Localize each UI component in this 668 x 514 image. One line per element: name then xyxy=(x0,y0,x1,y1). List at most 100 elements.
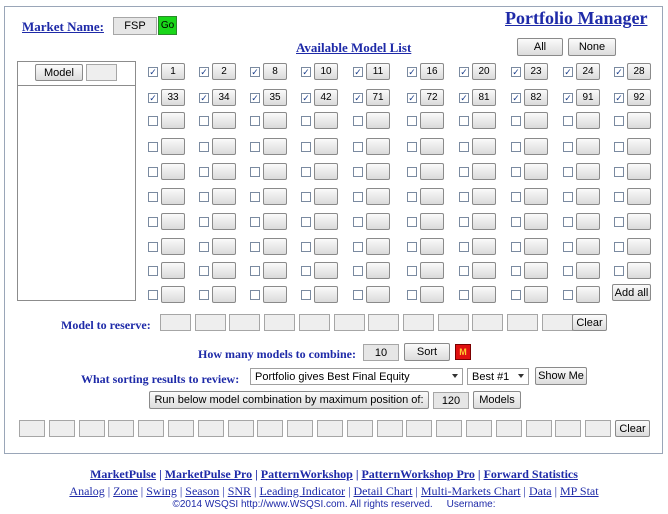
model-checkbox[interactable] xyxy=(511,142,521,152)
sort-criterion-select[interactable]: Portfolio gives Best Final Equity xyxy=(250,368,463,385)
model-checkbox[interactable] xyxy=(250,142,260,152)
model-checkbox[interactable] xyxy=(563,142,573,152)
link-marketpulse-pro[interactable]: MarketPulse Pro xyxy=(165,467,252,481)
result-slot[interactable] xyxy=(466,420,492,437)
link-season[interactable]: Season xyxy=(185,484,219,498)
link-mp-stat[interactable]: MP Stat xyxy=(560,484,599,498)
model-slot-button[interactable] xyxy=(314,238,338,255)
result-slot[interactable] xyxy=(197,420,224,437)
model-checkbox[interactable] xyxy=(148,142,158,152)
result-slot[interactable] xyxy=(19,420,45,437)
model-slot-button[interactable] xyxy=(627,262,651,279)
model-checkbox[interactable] xyxy=(301,116,311,126)
model-slot-button[interactable] xyxy=(366,262,390,279)
model-slot-button[interactable] xyxy=(576,163,600,180)
model-slot-button[interactable] xyxy=(314,188,338,205)
model-slot-button[interactable] xyxy=(627,163,651,180)
model-checkbox[interactable]: ✓ xyxy=(148,93,158,103)
link-swing[interactable]: Swing xyxy=(146,484,177,498)
reserve-slot[interactable] xyxy=(264,314,296,331)
model-slot-button[interactable] xyxy=(627,112,651,129)
model-slot-button[interactable] xyxy=(472,262,496,279)
link-leading-indicator[interactable]: Leading Indicator xyxy=(259,484,345,498)
model-slot-button[interactable] xyxy=(314,138,338,155)
model-slot-button[interactable] xyxy=(472,163,496,180)
model-slot-button[interactable] xyxy=(576,286,600,303)
model-checkbox[interactable] xyxy=(459,192,469,202)
model-checkbox[interactable] xyxy=(459,142,469,152)
reserve-slot[interactable] xyxy=(229,314,261,331)
model-checkbox[interactable] xyxy=(199,142,209,152)
model-slot-button[interactable] xyxy=(472,238,496,255)
result-slot[interactable] xyxy=(257,420,284,437)
model-checkbox[interactable] xyxy=(407,242,417,252)
model-checkbox[interactable]: ✓ xyxy=(563,67,573,77)
model-checkbox[interactable] xyxy=(353,290,363,300)
model-checkbox[interactable]: ✓ xyxy=(199,93,209,103)
model-slot-button[interactable] xyxy=(212,262,236,279)
model-checkbox[interactable]: ✓ xyxy=(250,67,260,77)
model-slot-button[interactable] xyxy=(161,112,185,129)
rank-select[interactable]: Best #1 xyxy=(467,368,529,385)
model-slot-button[interactable]: 72 xyxy=(420,89,444,106)
model-slot-button[interactable] xyxy=(212,286,236,303)
model-checkbox[interactable] xyxy=(353,217,363,227)
model-slot-button[interactable] xyxy=(161,188,185,205)
selected-models-list[interactable] xyxy=(17,61,136,301)
model-checkbox[interactable] xyxy=(353,142,363,152)
link-analog[interactable]: Analog xyxy=(69,484,104,498)
reserve-slot[interactable] xyxy=(402,314,434,331)
model-checkbox[interactable]: ✓ xyxy=(563,93,573,103)
model-checkbox[interactable]: ✓ xyxy=(353,67,363,77)
model-slot-button[interactable] xyxy=(524,286,548,303)
model-checkbox[interactable] xyxy=(511,217,521,227)
model-slot-button[interactable] xyxy=(366,213,390,230)
model-slot-button[interactable]: 8 xyxy=(263,63,287,80)
model-slot-button[interactable] xyxy=(263,163,287,180)
model-checkbox[interactable] xyxy=(353,266,363,276)
model-checkbox[interactable] xyxy=(301,242,311,252)
model-checkbox[interactable] xyxy=(407,217,417,227)
result-slot[interactable] xyxy=(138,420,165,437)
model-slot-button[interactable]: 81 xyxy=(472,89,496,106)
model-slot-button[interactable] xyxy=(420,286,444,303)
model-checkbox[interactable] xyxy=(407,266,417,276)
link-forward-statistics[interactable]: Forward Statistics xyxy=(484,467,578,481)
model-slot-button[interactable] xyxy=(420,213,444,230)
model-slot-button[interactable] xyxy=(161,238,185,255)
link-detail-chart[interactable]: Detail Chart xyxy=(354,484,413,498)
reserve-slot[interactable] xyxy=(298,314,330,331)
model-slot-button[interactable] xyxy=(576,188,600,205)
model-checkbox[interactable]: ✓ xyxy=(407,93,417,103)
model-checkbox[interactable] xyxy=(301,192,311,202)
model-checkbox[interactable] xyxy=(614,192,624,202)
result-slot[interactable] xyxy=(525,420,552,437)
model-slot-button[interactable] xyxy=(420,262,444,279)
model-checkbox[interactable] xyxy=(250,266,260,276)
model-slot-button[interactable] xyxy=(161,163,185,180)
model-slot-button[interactable] xyxy=(263,138,287,155)
model-checkbox[interactable] xyxy=(614,167,624,177)
model-slot-button[interactable] xyxy=(366,238,390,255)
result-slot[interactable] xyxy=(376,420,403,437)
reserve-clear-button[interactable]: Clear xyxy=(572,314,607,331)
model-checkbox[interactable]: ✓ xyxy=(511,93,521,103)
model-checkbox[interactable] xyxy=(199,167,209,177)
result-slot[interactable] xyxy=(108,420,135,437)
model-checkbox[interactable] xyxy=(148,192,158,202)
model-slot-button[interactable] xyxy=(524,238,548,255)
link-snr[interactable]: SNR xyxy=(228,484,251,498)
model-checkbox[interactable] xyxy=(614,242,624,252)
link-marketpulse[interactable]: MarketPulse xyxy=(90,467,156,481)
model-slot-button[interactable] xyxy=(212,138,236,155)
model-checkbox[interactable] xyxy=(459,266,469,276)
market-name-input[interactable]: FSP xyxy=(113,17,157,35)
model-checkbox[interactable] xyxy=(148,266,158,276)
model-checkbox[interactable]: ✓ xyxy=(148,67,158,77)
model-checkbox[interactable] xyxy=(353,116,363,126)
model-checkbox[interactable] xyxy=(563,266,573,276)
model-slot-button[interactable]: 91 xyxy=(576,89,600,106)
model-checkbox[interactable]: ✓ xyxy=(614,67,624,77)
sort-button[interactable]: Sort xyxy=(404,343,450,361)
model-slot-button[interactable] xyxy=(212,112,236,129)
